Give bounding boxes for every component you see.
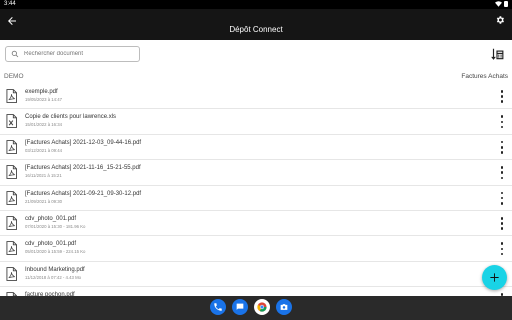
app-dock <box>210 299 292 317</box>
more-vert-icon[interactable] <box>500 191 504 205</box>
file-name: cdv_photo_001.pdf <box>25 241 77 248</box>
messages-app-icon[interactable] <box>232 299 248 315</box>
camera-app-icon[interactable] <box>276 299 292 315</box>
battery-icon <box>504 1 508 7</box>
file-row[interactable]: cdv_photo_001.pdf 07/01/2020 à 15:30 - 1… <box>0 211 512 237</box>
pdf-file-icon <box>6 190 17 205</box>
taskbar <box>0 296 512 320</box>
file-name: cdv_photo_001.pdf <box>25 215 77 222</box>
chrome-app-icon[interactable] <box>254 299 270 315</box>
gear-icon[interactable] <box>495 15 505 25</box>
search-box[interactable] <box>5 46 140 62</box>
search-icon <box>11 50 19 58</box>
file-meta: 21/09/2021 à 09:30 <box>25 198 63 204</box>
more-vert-icon[interactable] <box>500 242 504 256</box>
more-vert-icon[interactable] <box>500 216 504 230</box>
file-name: [Factures Achats] 2021-12-03_09-44-16.pd… <box>25 139 142 146</box>
more-vert-icon[interactable] <box>500 166 504 180</box>
file-row[interactable]: Copie de clients pour lawrence.xls 15/01… <box>0 109 512 135</box>
more-vert-icon[interactable] <box>500 140 504 154</box>
file-row[interactable]: facture pochon.pdf <box>0 287 512 296</box>
file-row[interactable]: [Factures Achats] 2021-09-21_09-30-12.pd… <box>0 186 512 211</box>
breadcrumb-folder[interactable]: Factures Achats <box>461 72 508 82</box>
pdf-file-icon <box>6 89 17 103</box>
file-name: exemple.pdf <box>25 89 58 95</box>
breadcrumb: DEMO Factures Achats <box>0 72 512 82</box>
pdf-file-icon <box>6 266 17 281</box>
file-list: exemple.pdf 19/05/2023 à 14:47 Copie de … <box>0 84 512 296</box>
pdf-file-icon <box>6 241 17 256</box>
file-row[interactable]: [Factures Achats] 2021-12-03_09-44-16.pd… <box>0 135 512 161</box>
wifi-icon <box>495 1 502 7</box>
file-meta: 16/11/2021 à 15:21 <box>25 173 62 179</box>
file-meta: 11/12/2018 à 07:42 - 4.43 Mo <box>25 274 82 280</box>
plus-icon <box>490 273 499 282</box>
status-time: 3:44 <box>4 1 16 7</box>
file-meta: 07/01/2020 à 15:30 - 181.96 Ko <box>25 223 86 229</box>
pdf-file-icon <box>6 165 17 180</box>
file-name: [Factures Achats] 2021-09-21_09-30-12.pd… <box>25 190 142 197</box>
app-bar: Dépôt Connect <box>0 9 512 40</box>
file-meta: 15/01/2022 à 16:34 <box>25 122 63 128</box>
file-row[interactable]: exemple.pdf 19/05/2023 à 14:47 <box>0 84 512 110</box>
pdf-file-icon <box>6 216 17 230</box>
pdf-file-icon <box>6 139 17 154</box>
breadcrumb-root[interactable]: DEMO <box>4 72 24 82</box>
file-row[interactable]: [Factures Achats] 2021-11-16_15-21-55.pd… <box>0 160 512 186</box>
file-row[interactable]: cdv_photo_001.pdf 05/01/2020 à 15:59 - 2… <box>0 236 512 262</box>
phone-app-icon[interactable] <box>210 299 226 315</box>
file-meta: 19/05/2023 à 14:47 <box>25 97 63 102</box>
file-name: Copie de clients pour lawrence.xls <box>25 114 117 121</box>
file-name: Inbound Marketing.pdf <box>25 266 85 273</box>
status-bar: 3:44 <box>0 0 512 9</box>
spreadsheet-file-icon <box>6 114 17 129</box>
system-icons <box>495 1 508 7</box>
more-vert-icon[interactable] <box>500 90 504 103</box>
search-input[interactable] <box>24 51 134 57</box>
app-title: Dépôt Connect <box>229 25 283 34</box>
file-meta: 05/01/2020 à 15:59 - 224.15 Ko <box>25 249 86 255</box>
file-name: [Factures Achats] 2021-11-16_15-21-55.pd… <box>25 165 141 172</box>
file-meta: 03/12/2021 à 09:44 <box>25 147 63 153</box>
more-vert-icon[interactable] <box>500 115 504 129</box>
add-document-button[interactable] <box>482 265 507 290</box>
file-row[interactable]: Inbound Marketing.pdf 11/12/2018 à 07:42… <box>0 262 512 288</box>
sort-calendar-icon[interactable] <box>490 47 504 61</box>
